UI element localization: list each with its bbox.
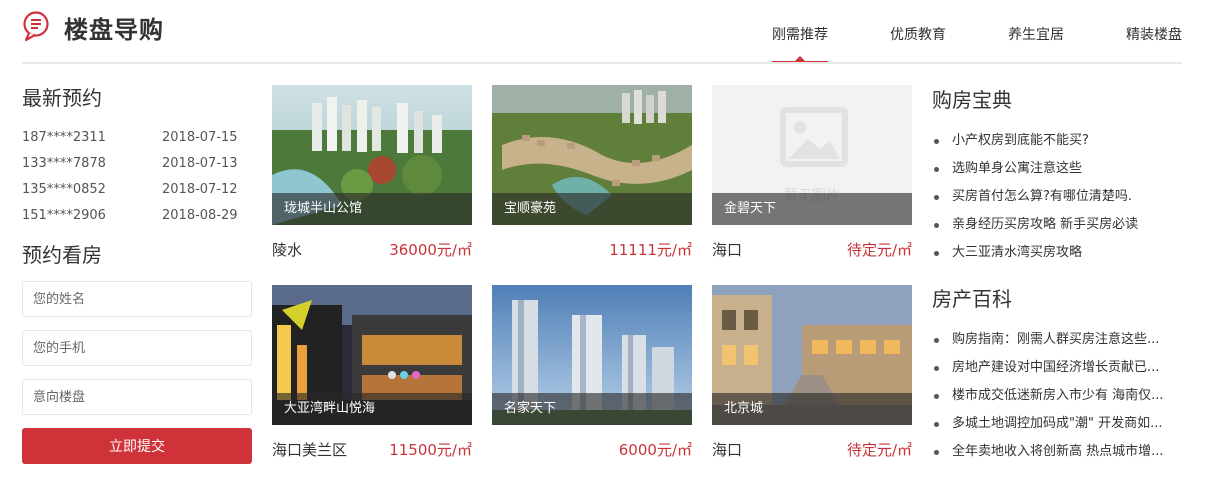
property-meta: 海口 待定元/㎡ <box>712 435 912 465</box>
property-name: 大亚湾畔山悦海 <box>272 393 472 425</box>
guide-link[interactable]: 亲身经历买房攻略 新手买房必读 <box>932 211 1182 239</box>
property-price: 待定元/㎡ <box>846 441 912 459</box>
property-name: 名家天下 <box>492 393 692 425</box>
phone-input[interactable] <box>22 330 252 366</box>
right-column: 购房宝典 小产权房到底能不能买? 选购单身公寓注意这些 买房首付怎么算?有哪位清… <box>932 84 1182 466</box>
list-item: 133****7878 2018-07-13 <box>22 151 252 177</box>
property-name: 宝顺豪苑 <box>492 193 692 225</box>
property-name: 北京城 <box>712 393 912 425</box>
wiki-link[interactable]: 房地产建设对中国经济增长贡献已... <box>932 354 1182 382</box>
property-image[interactable]: 暂无图片 金碧天下 <box>712 85 912 225</box>
tab-label: 刚需推荐 <box>772 27 828 43</box>
real-estate-wiki-title: 房产百科 <box>932 287 1012 311</box>
property-price: 待定元/㎡ <box>846 241 912 259</box>
guide-link[interactable]: 选购单身公寓注意这些 <box>932 155 1182 183</box>
property-image[interactable]: 珑城半山公馆 <box>272 85 472 225</box>
tab-label: 精装楼盘 <box>1126 27 1182 43</box>
property-price: 11111元/㎡ <box>609 241 692 259</box>
real-estate-wiki-list: 购房指南：刚需人群买房注意这些... 房地产建设对中国经济增长贡献已... 楼市… <box>932 326 1182 466</box>
property-meta: 陵水 36000元/㎡ <box>272 235 472 265</box>
property-price: 36000元/㎡ <box>389 241 472 259</box>
appointment-date: 2018-07-12 <box>162 182 238 197</box>
appointment-date: 2018-07-15 <box>162 130 238 145</box>
tab-healthy-living[interactable]: 养生宜居 <box>1008 0 1064 64</box>
category-tabs: 刚需推荐 优质教育 养生宜居 精装楼盘 <box>710 0 1182 64</box>
tab-label: 养生宜居 <box>1008 27 1064 43</box>
appointment-phone: 151****2906 <box>22 208 106 223</box>
list-item: 151****2906 2018-08-29 <box>22 203 252 229</box>
wiki-link[interactable]: 全年卖地收入将创新高 热点城市增... <box>932 438 1182 466</box>
book-viewing-title: 预约看房 <box>22 243 102 267</box>
active-tab-caret-icon <box>795 56 805 61</box>
property-meta: 海口 待定元/㎡ <box>712 235 912 265</box>
message-icon <box>23 11 49 42</box>
property-location: 陵水 <box>272 241 303 259</box>
property-name: 珑城半山公馆 <box>272 193 472 225</box>
header-divider <box>22 62 1182 64</box>
wiki-link[interactable]: 楼市成交低迷新房入市少有 海南仅... <box>932 382 1182 410</box>
buying-guide-title: 购房宝典 <box>932 88 1012 112</box>
appointment-date: 2018-08-29 <box>162 208 238 223</box>
property-meta: 11111元/㎡ <box>492 235 692 265</box>
wiki-link[interactable]: 多城土地调控加码成"潮" 开发商如... <box>932 410 1182 438</box>
page-title: 楼盘导购 <box>64 16 164 44</box>
tab-label: 优质教育 <box>890 27 946 43</box>
property-image[interactable]: 大亚湾畔山悦海 <box>272 285 472 425</box>
guide-link[interactable]: 小产权房到底能不能买? <box>932 127 1182 155</box>
guide-link[interactable]: 大三亚清水湾买房攻略 <box>932 239 1182 267</box>
property-card[interactable]: 名家天下 6000元/㎡ <box>492 285 692 465</box>
tab-decorated[interactable]: 精装楼盘 <box>1126 0 1182 64</box>
submit-button[interactable]: 立即提交 <box>22 428 252 464</box>
property-card[interactable]: 大亚湾畔山悦海 海口美兰区 11500元/㎡ <box>272 285 472 465</box>
property-name: 金碧天下 <box>712 193 912 225</box>
latest-appointments-title: 最新预约 <box>22 86 102 110</box>
appointment-phone: 133****7878 <box>22 156 106 171</box>
wiki-link[interactable]: 购房指南：刚需人群买房注意这些... <box>932 326 1182 354</box>
appointment-date: 2018-07-13 <box>162 156 238 171</box>
property-card[interactable]: 宝顺豪苑 11111元/㎡ <box>492 85 692 265</box>
left-column: 最新预约 187****2311 2018-07-15 133****7878 … <box>22 82 252 464</box>
property-meta: 6000元/㎡ <box>492 435 692 465</box>
guide-link[interactable]: 买房首付怎么算?有哪位清楚吗. <box>932 183 1182 211</box>
property-price: 6000元/㎡ <box>618 441 692 459</box>
property-location: 海口美兰区 <box>272 441 348 459</box>
list-item: 135****0852 2018-07-12 <box>22 177 252 203</box>
section-header: 楼盘导购 刚需推荐 优质教育 养生宜居 精装楼盘 <box>0 0 1206 64</box>
property-image[interactable]: 宝顺豪苑 <box>492 85 692 225</box>
property-meta: 海口美兰区 11500元/㎡ <box>272 435 472 465</box>
property-image[interactable]: 北京城 <box>712 285 912 425</box>
property-location: 海口 <box>712 441 743 459</box>
property-image[interactable]: 名家天下 <box>492 285 692 425</box>
property-card[interactable]: 珑城半山公馆 陵水 36000元/㎡ <box>272 85 472 265</box>
list-item: 187****2311 2018-07-15 <box>22 125 252 151</box>
buying-guide-list: 小产权房到底能不能买? 选购单身公寓注意这些 买房首付怎么算?有哪位清楚吗. 亲… <box>932 127 1182 267</box>
tab-education[interactable]: 优质教育 <box>890 0 946 64</box>
estate-input[interactable] <box>22 379 252 415</box>
property-price: 11500元/㎡ <box>389 441 472 459</box>
property-location: 海口 <box>712 241 743 259</box>
appointment-phone: 187****2311 <box>22 130 106 145</box>
property-card[interactable]: 北京城 海口 待定元/㎡ <box>712 285 912 465</box>
appointment-phone: 135****0852 <box>22 182 106 197</box>
tab-rigid-demand[interactable]: 刚需推荐 <box>772 0 828 64</box>
name-input[interactable] <box>22 281 252 317</box>
property-card[interactable]: 暂无图片 金碧天下 海口 待定元/㎡ <box>712 85 912 265</box>
appointment-list: 187****2311 2018-07-15 133****7878 2018-… <box>22 125 252 229</box>
